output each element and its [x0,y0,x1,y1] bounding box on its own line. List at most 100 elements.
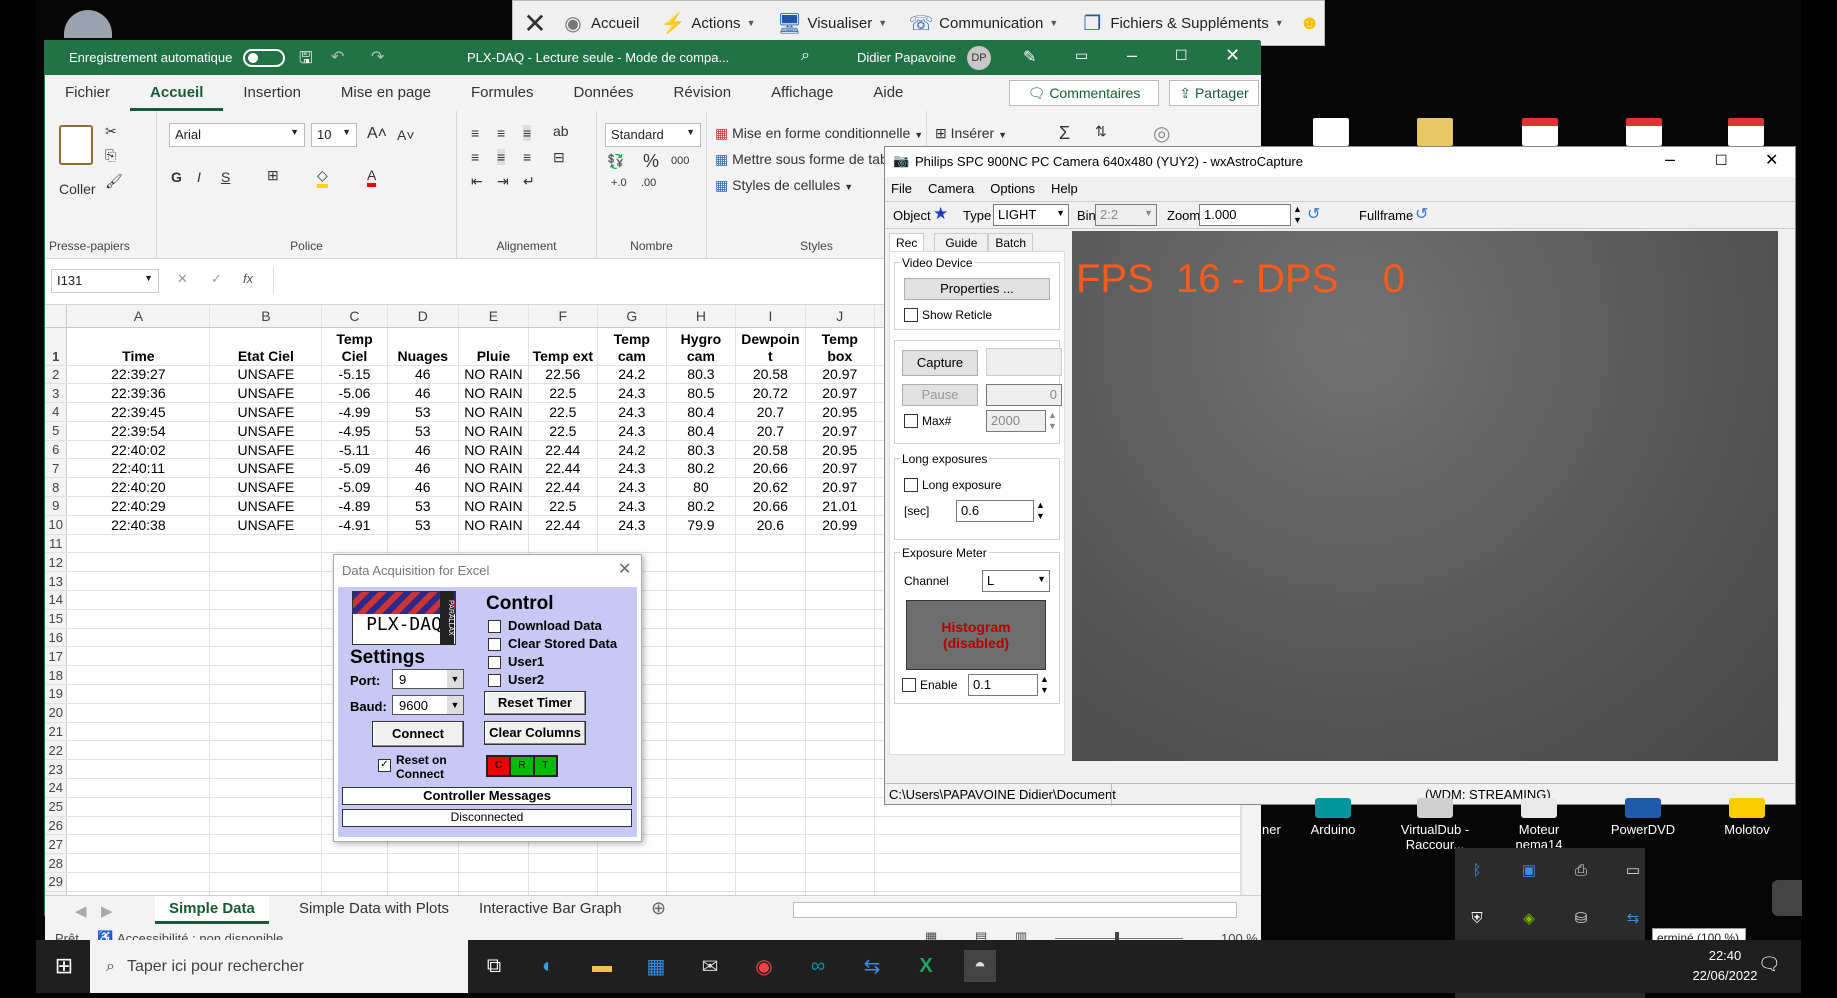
cell[interactable]: NO RAIN [458,365,529,385]
desktop-icon-virtualdub[interactable]: VirtualDub - Raccour... [1390,798,1480,852]
cell[interactable] [209,834,323,855]
conditional-format-button[interactable]: ▦ Mise en forme conditionnelle ▼ [715,125,923,142]
cell[interactable] [209,571,323,592]
redo-icon[interactable]: ↷ [371,47,384,67]
close-icon[interactable]: ✕ [618,559,631,579]
cell[interactable] [66,703,211,723]
cell[interactable]: 22.5 [528,496,598,516]
cell[interactable]: NO RAIN [458,515,529,535]
capture-button[interactable]: Capture [902,350,978,376]
cell[interactable] [666,740,736,761]
row-header[interactable]: 13 [45,571,68,592]
reset-timer-button[interactable]: Reset Timer [484,691,586,715]
cell[interactable]: 53 [387,515,460,535]
underline-icon[interactable]: S [221,169,230,185]
cell[interactable]: UNSAFE [209,421,323,441]
cell[interactable]: 24.3 [597,515,667,535]
cell[interactable]: -4.89 [321,496,388,516]
cancel-icon[interactable]: ✕ [177,271,188,287]
cell[interactable]: 20.99 [805,515,875,535]
tab-insertion[interactable]: Insertion [223,75,321,111]
cell[interactable] [66,759,211,780]
cell[interactable] [66,646,211,667]
format-painter-icon[interactable]: 🖌 [105,173,123,190]
sheet-tab-interactive-bar-graph[interactable]: Interactive Bar Graph [465,896,636,921]
cell[interactable]: 22:40:11 [66,458,211,479]
cell[interactable] [66,834,211,855]
row-header[interactable]: 4 [45,402,68,422]
clock-time[interactable]: 22:40 [1690,948,1760,963]
cell[interactable]: 22.5 [528,402,598,422]
copy-icon[interactable]: ⎘ [105,147,116,164]
cell[interactable] [874,816,1241,836]
cell[interactable]: UNSAFE [209,477,323,498]
cell[interactable] [66,684,211,704]
cell[interactable] [209,853,323,874]
cell[interactable]: 80.2 [666,496,736,516]
cell[interactable]: 20.7 [735,421,806,441]
align-middle-icon[interactable]: ≡ [497,125,505,141]
row-header[interactable]: 11 [45,534,68,554]
cell[interactable]: 79.9 [666,515,736,535]
cell[interactable]: 22:40:38 [66,515,211,535]
increase-decimal-icon[interactable]: +.0 [611,177,627,189]
cell[interactable]: 22:40:02 [66,440,211,460]
ribbon-display-icon[interactable]: ▭ [1075,47,1088,64]
avatar[interactable]: DP [967,46,991,70]
align-left-icon[interactable]: ≡ [471,149,479,165]
row-header[interactable]: 26 [45,816,68,836]
maximize-icon[interactable]: ☐ [1715,152,1728,169]
cell[interactable]: -4.91 [321,515,388,535]
cell[interactable] [735,665,806,686]
font-color-icon[interactable]: A [367,167,377,187]
column-header[interactable]: E [458,305,529,328]
cell[interactable] [874,834,1241,855]
cell[interactable]: 20.72 [735,383,806,404]
tab-aide[interactable]: Aide [853,75,923,111]
cell[interactable] [735,534,806,554]
number-format-select[interactable]: Standard ▼ [605,123,701,147]
cell[interactable] [805,853,875,874]
cell[interactable]: 22:39:27 [66,365,211,385]
desktop-icon-powerdvd[interactable]: PowerDVD [1598,798,1688,837]
cell[interactable]: 24.3 [597,496,667,516]
teamviewer-tray-icon[interactable]: ⇆ [1621,906,1645,930]
cell[interactable] [735,834,806,855]
cell[interactable] [874,853,1241,874]
cell[interactable] [735,816,806,836]
cell[interactable]: -4.95 [321,421,388,441]
column-header[interactable]: C [321,305,388,328]
cell[interactable] [805,609,875,629]
column-header[interactable]: D [387,305,460,328]
cell[interactable]: 22.44 [528,440,598,460]
cell[interactable]: 20.7 [735,402,806,422]
download-data-checkbox[interactable] [488,620,501,633]
fill-color-icon[interactable]: ◇ [317,167,328,188]
drive-icon[interactable]: ⛁ [1569,906,1593,930]
cell[interactable]: UNSAFE [209,383,323,404]
cell[interactable]: 46 [387,458,460,479]
cell[interactable]: 24.3 [597,421,667,441]
cell[interactable]: 21.01 [805,496,875,516]
zoom-spinner[interactable]: ▲ ▼ [1293,204,1302,226]
cell[interactable]: Temp box [805,327,875,366]
menu-camera[interactable]: Camera [928,181,974,196]
fullframe-refresh-icon[interactable]: ↺ [1415,204,1428,224]
cell[interactable] [805,872,875,892]
cell[interactable]: Temp Ciel [321,327,388,366]
clear-columns-button[interactable]: Clear Columns [484,721,586,745]
cell[interactable] [805,797,875,817]
minimize-icon[interactable]: – [1127,45,1137,66]
cell[interactable] [666,571,736,592]
tv-home[interactable]: ◉ Accueil [553,11,647,35]
cell[interactable] [66,853,211,874]
cell[interactable] [735,646,806,667]
task-view-icon[interactable]: ⧉ [478,950,510,982]
row-header[interactable]: 24 [45,778,68,798]
folder-icon[interactable] [1417,118,1453,146]
long-exposure-checkbox[interactable] [904,478,918,492]
cell[interactable] [666,872,736,892]
cell[interactable]: 20.97 [805,458,875,479]
display-icon[interactable]: ▭ [1621,858,1645,882]
cell[interactable]: 80.3 [666,365,736,385]
